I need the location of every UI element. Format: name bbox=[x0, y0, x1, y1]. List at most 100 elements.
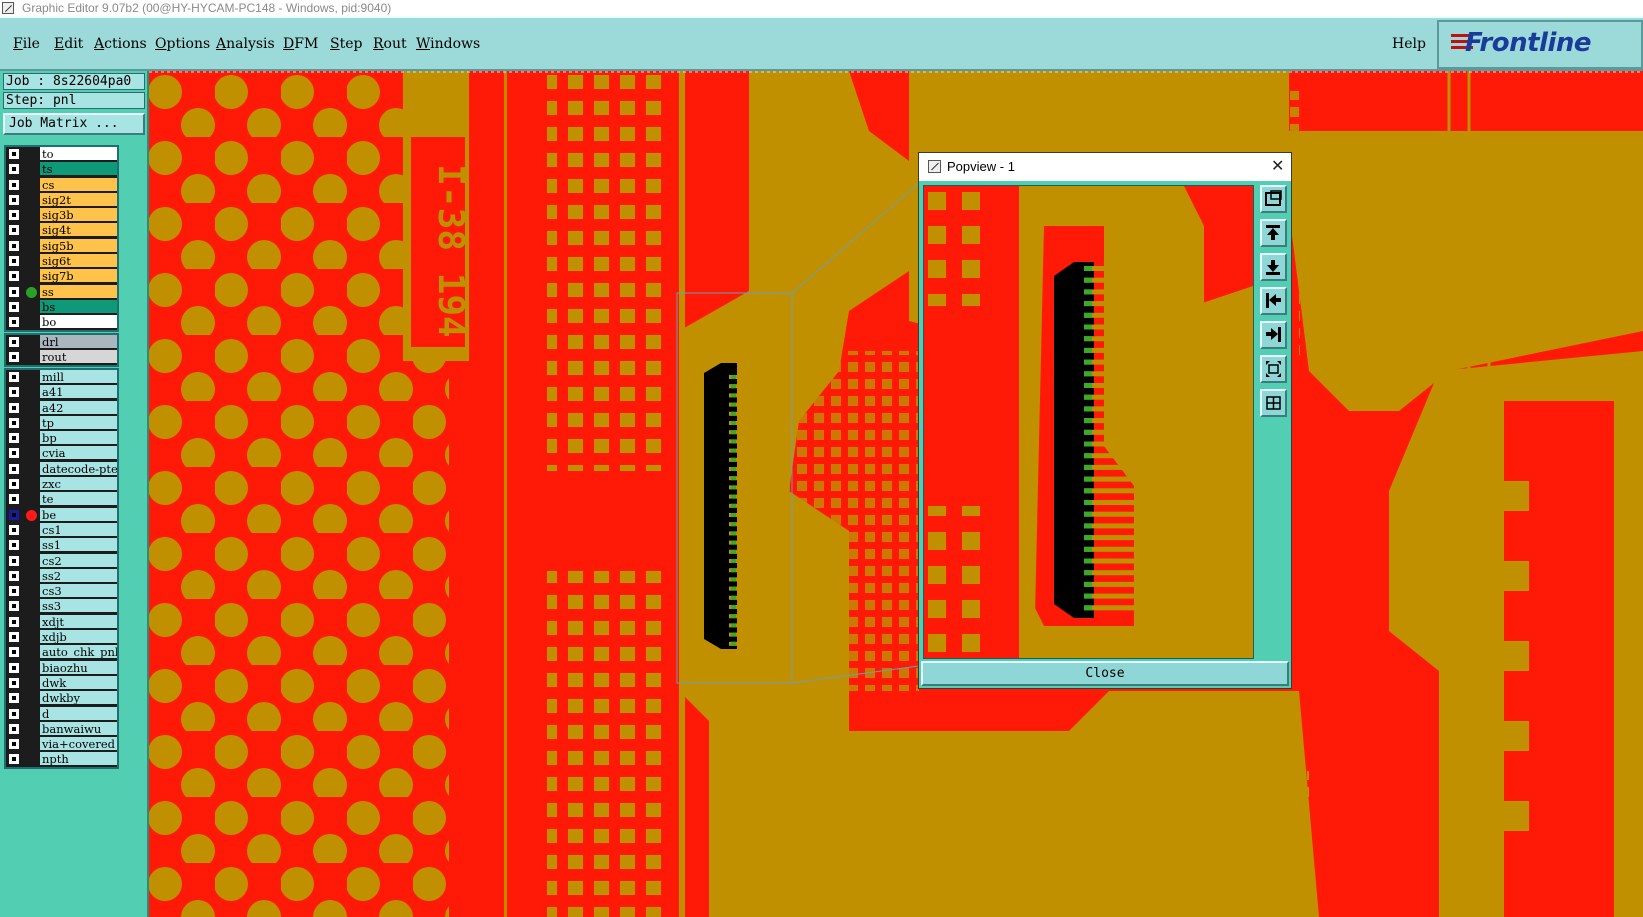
layer-checkbox[interactable] bbox=[9, 387, 19, 398]
layer-name[interactable]: sig5b bbox=[40, 238, 117, 253]
layer-checkbox[interactable] bbox=[9, 301, 19, 312]
layer-name[interactable]: rout bbox=[40, 350, 117, 365]
layer-checkbox[interactable] bbox=[9, 271, 19, 282]
layer-row[interactable]: a42 bbox=[6, 400, 117, 416]
layer-checkbox[interactable] bbox=[9, 433, 19, 444]
layer-name[interactable]: tp bbox=[40, 415, 117, 430]
layer-row[interactable]: bs bbox=[6, 299, 117, 315]
layer-row[interactable]: sig2t bbox=[6, 192, 117, 208]
layer-name[interactable]: cs3 bbox=[40, 584, 117, 599]
layer-row[interactable]: bo bbox=[6, 315, 117, 330]
layer-name[interactable]: a42 bbox=[40, 400, 117, 415]
layer-name[interactable]: datecode-pte bbox=[40, 461, 117, 476]
layer-name[interactable]: npth bbox=[40, 752, 117, 767]
popview-canvas[interactable] bbox=[923, 185, 1254, 659]
pan-left-button[interactable] bbox=[1260, 287, 1287, 315]
layer-name[interactable]: sig3b bbox=[40, 208, 117, 223]
layer-row[interactable]: datecode-pte bbox=[6, 461, 117, 477]
layer-checkbox[interactable] bbox=[9, 372, 19, 382]
layer-row[interactable]: ss1 bbox=[6, 538, 117, 553]
menu-file[interactable]: File bbox=[13, 36, 40, 52]
layer-name[interactable]: bs bbox=[40, 299, 117, 314]
menu-options[interactable]: Options bbox=[155, 36, 210, 52]
layer-name[interactable]: xdjt bbox=[40, 614, 117, 629]
layer-checkbox[interactable] bbox=[9, 402, 19, 413]
layer-row[interactable]: sig4t bbox=[6, 223, 117, 238]
layer-name[interactable]: banwaiwu bbox=[40, 721, 117, 736]
layer-name[interactable]: auto_chk_pnl bbox=[40, 645, 117, 660]
layer-name[interactable]: ss3 bbox=[40, 599, 117, 614]
layer-name[interactable]: drl bbox=[40, 335, 117, 349]
layer-name[interactable]: via+covered bbox=[40, 737, 117, 752]
layer-checkbox[interactable] bbox=[9, 194, 19, 205]
layer-row[interactable]: dwkby bbox=[6, 691, 117, 706]
layer-name[interactable]: sig4t bbox=[40, 223, 117, 238]
layer-row[interactable]: via+covered bbox=[6, 737, 117, 752]
layer-name[interactable]: xdjb bbox=[40, 630, 117, 645]
layer-row[interactable]: to bbox=[6, 147, 117, 162]
layer-checkbox[interactable] bbox=[9, 463, 19, 474]
layer-checkbox[interactable] bbox=[9, 677, 19, 688]
layer-checkbox[interactable] bbox=[9, 570, 19, 581]
layer-row[interactable]: rout bbox=[6, 350, 117, 365]
menu-windows[interactable]: Windows bbox=[416, 36, 480, 52]
pan-right-button[interactable] bbox=[1260, 321, 1287, 349]
zoom-out-button[interactable] bbox=[1260, 355, 1287, 383]
layer-checkbox[interactable] bbox=[9, 149, 19, 159]
layer-name[interactable]: sig6t bbox=[40, 254, 117, 269]
layer-name[interactable]: ss2 bbox=[40, 568, 117, 583]
layer-row[interactable]: cs2 bbox=[6, 553, 117, 569]
pan-up-button[interactable] bbox=[1260, 219, 1287, 247]
layer-checkbox[interactable] bbox=[9, 540, 19, 551]
layer-name[interactable]: be bbox=[40, 507, 117, 522]
layer-checkbox[interactable] bbox=[9, 225, 19, 236]
menu-dfm[interactable]: DFM bbox=[283, 36, 318, 52]
layer-row[interactable]: be bbox=[6, 507, 117, 523]
graphic-canvas[interactable]: I-38 194 bbox=[149, 71, 1643, 917]
layer-checkbox[interactable] bbox=[9, 179, 19, 190]
layer-name[interactable]: d bbox=[40, 706, 117, 721]
layer-checkbox[interactable] bbox=[9, 164, 19, 175]
layer-checkbox[interactable] bbox=[9, 693, 19, 704]
layer-name[interactable]: a41 bbox=[40, 385, 117, 400]
layer-row[interactable]: a41 bbox=[6, 385, 117, 400]
layer-name[interactable]: cs1 bbox=[40, 522, 117, 537]
layer-row[interactable]: cs3 bbox=[6, 584, 117, 599]
layer-name[interactable]: dwkby bbox=[40, 691, 117, 706]
layer-checkbox[interactable] bbox=[9, 240, 19, 251]
menu-analysis[interactable]: Analysis bbox=[216, 36, 275, 52]
close-icon[interactable]: ✕ bbox=[1271, 153, 1284, 181]
layer-row[interactable]: cs1 bbox=[6, 522, 117, 538]
layer-name[interactable]: mill bbox=[40, 370, 117, 384]
layer-name[interactable]: bo bbox=[40, 315, 117, 330]
menu-step[interactable]: Step bbox=[330, 36, 362, 52]
layer-checkbox[interactable] bbox=[9, 708, 19, 719]
layer-name[interactable]: zxc bbox=[40, 477, 117, 492]
layer-row[interactable]: mill bbox=[6, 370, 117, 385]
layer-name[interactable]: te bbox=[40, 492, 117, 507]
layer-row[interactable]: cvia bbox=[6, 446, 117, 461]
layer-checkbox[interactable] bbox=[9, 555, 19, 566]
layer-row[interactable]: tp bbox=[6, 415, 117, 431]
layer-row[interactable]: banwaiwu bbox=[6, 721, 117, 737]
layer-checkbox[interactable] bbox=[9, 586, 19, 597]
layer-checkbox[interactable] bbox=[9, 286, 19, 297]
job-matrix-button[interactable]: Job Matrix ... bbox=[3, 113, 145, 135]
layer-checkbox[interactable] bbox=[9, 632, 19, 643]
layer-name[interactable]: sig2t bbox=[40, 192, 117, 207]
layer-checkbox[interactable] bbox=[9, 494, 19, 505]
layer-checkbox[interactable] bbox=[9, 479, 19, 490]
popview-window[interactable]: Popview - 1 ✕ Close bbox=[918, 152, 1292, 689]
layer-checkbox[interactable] bbox=[9, 524, 19, 535]
layer-checkbox[interactable] bbox=[9, 754, 19, 765]
layer-name[interactable]: bp bbox=[40, 431, 117, 446]
layer-name[interactable]: ss bbox=[40, 284, 117, 299]
layer-name[interactable]: ts bbox=[40, 162, 117, 177]
layer-checkbox[interactable] bbox=[9, 616, 19, 627]
layer-row[interactable]: npth bbox=[6, 752, 117, 767]
layer-row[interactable]: sig6t bbox=[6, 254, 117, 269]
layer-name[interactable]: ss1 bbox=[40, 538, 117, 553]
layer-checkbox[interactable] bbox=[9, 601, 19, 612]
layer-row[interactable]: ts bbox=[6, 162, 117, 177]
layer-row[interactable]: cs bbox=[6, 177, 117, 193]
